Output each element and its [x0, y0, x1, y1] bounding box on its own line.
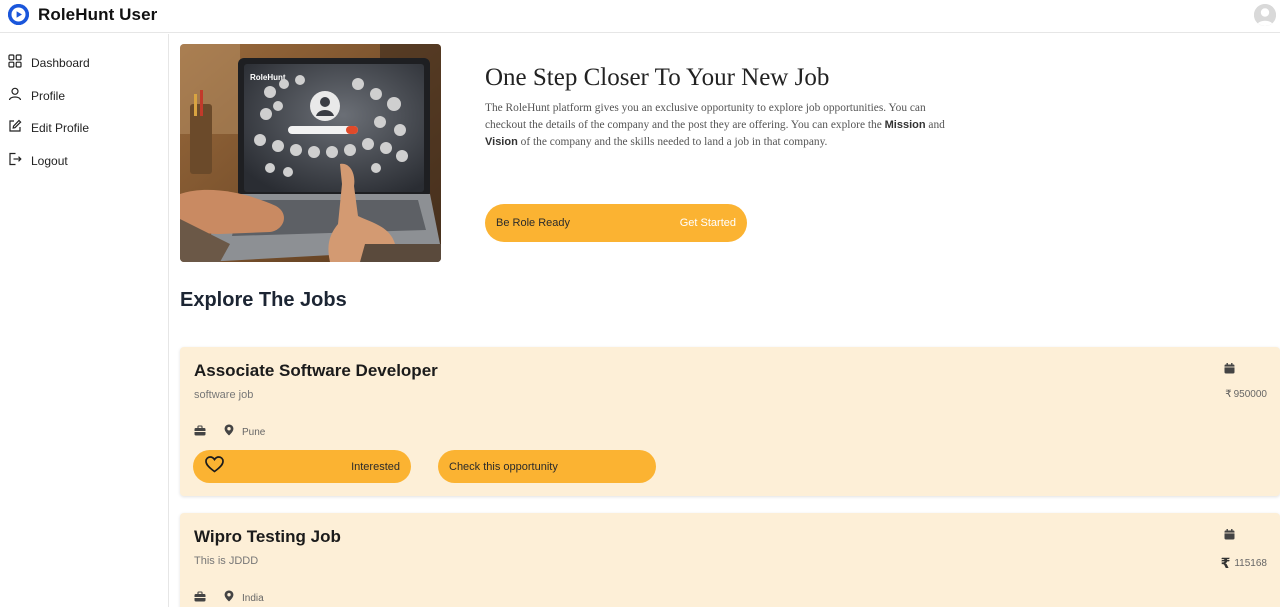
get-started-button[interactable]: Be Role Ready Get Started [485, 204, 747, 242]
hero-text-part: and [925, 118, 945, 131]
job-salary: ₹ 115168 [1221, 555, 1267, 572]
interested-label: Interested [351, 460, 400, 473]
job-location: Pune [242, 426, 266, 438]
cta-left-label: Be Role Ready [496, 217, 570, 229]
job-subtitle: software job [194, 389, 254, 401]
sidebar-item-label: Dashboard [31, 56, 90, 70]
job-salary: ₹ 950000 [1225, 389, 1267, 400]
sidebar-item-edit-profile[interactable]: Edit Profile [8, 118, 89, 138]
job-title: Associate Software Developer [194, 361, 438, 380]
dashboard-icon [8, 53, 22, 73]
sidebar-item-label: Edit Profile [31, 121, 90, 135]
job-card: Associate Software Developer software jo… [180, 347, 1280, 496]
calendar-icon [1224, 527, 1235, 540]
user-icon [8, 87, 22, 106]
job-meta: Pune [194, 423, 265, 441]
play-logo-icon [8, 4, 29, 25]
mission-text: Mission [884, 118, 926, 131]
logout-icon [8, 152, 22, 171]
job-meta: India [194, 589, 264, 607]
location-pin-icon [224, 423, 234, 441]
check-opportunity-button[interactable]: Check this opportunity [438, 450, 656, 483]
top-bar: RoleHunt User [0, 0, 1280, 33]
job-location: India [242, 592, 264, 604]
hero-description: The RoleHunt platform gives you an exclu… [485, 100, 955, 150]
brand[interactable]: RoleHunt User [8, 4, 157, 25]
sidebar-item-logout[interactable]: Logout [8, 151, 68, 171]
cta-right-label: Get Started [679, 217, 736, 229]
sidebar-item-dashboard[interactable]: Dashboard [8, 53, 90, 73]
job-card: Wipro Testing Job This is JDDD India ₹ 1… [180, 513, 1280, 607]
sidebar-item-profile[interactable]: Profile [8, 86, 65, 106]
interested-button[interactable]: Interested [193, 450, 411, 483]
vision-text: Vision [485, 135, 518, 148]
briefcase-icon [194, 423, 206, 441]
job-title: Wipro Testing Job [194, 527, 341, 546]
hero-image: RoleHunt [180, 44, 441, 262]
hero-title: One Step Closer To Your New Job [485, 64, 830, 91]
app-title: RoleHunt User [38, 4, 158, 24]
rupee-icon: ₹ [1220, 555, 1231, 571]
hero-text-part: The RoleHunt platform gives you an exclu… [485, 102, 926, 131]
salary-value: 950000 [1233, 389, 1267, 400]
section-title: Explore The Jobs [180, 289, 347, 311]
sidebar: Dashboard Profile Edit Profile Logout [0, 34, 169, 607]
salary-value: 115168 [1234, 558, 1267, 569]
sidebar-item-label: Logout [31, 154, 68, 168]
heart-icon [205, 455, 224, 478]
briefcase-icon [194, 589, 206, 607]
edit-icon [8, 119, 22, 138]
calendar-icon [1224, 361, 1235, 374]
sidebar-item-label: Profile [31, 89, 66, 103]
job-subtitle: This is JDDD [194, 555, 259, 567]
hero-text-part: of the company and the skills needed to … [517, 135, 828, 148]
rupee-icon: ₹ [1225, 389, 1232, 400]
location-pin-icon [224, 589, 234, 607]
avatar[interactable] [1254, 4, 1276, 26]
